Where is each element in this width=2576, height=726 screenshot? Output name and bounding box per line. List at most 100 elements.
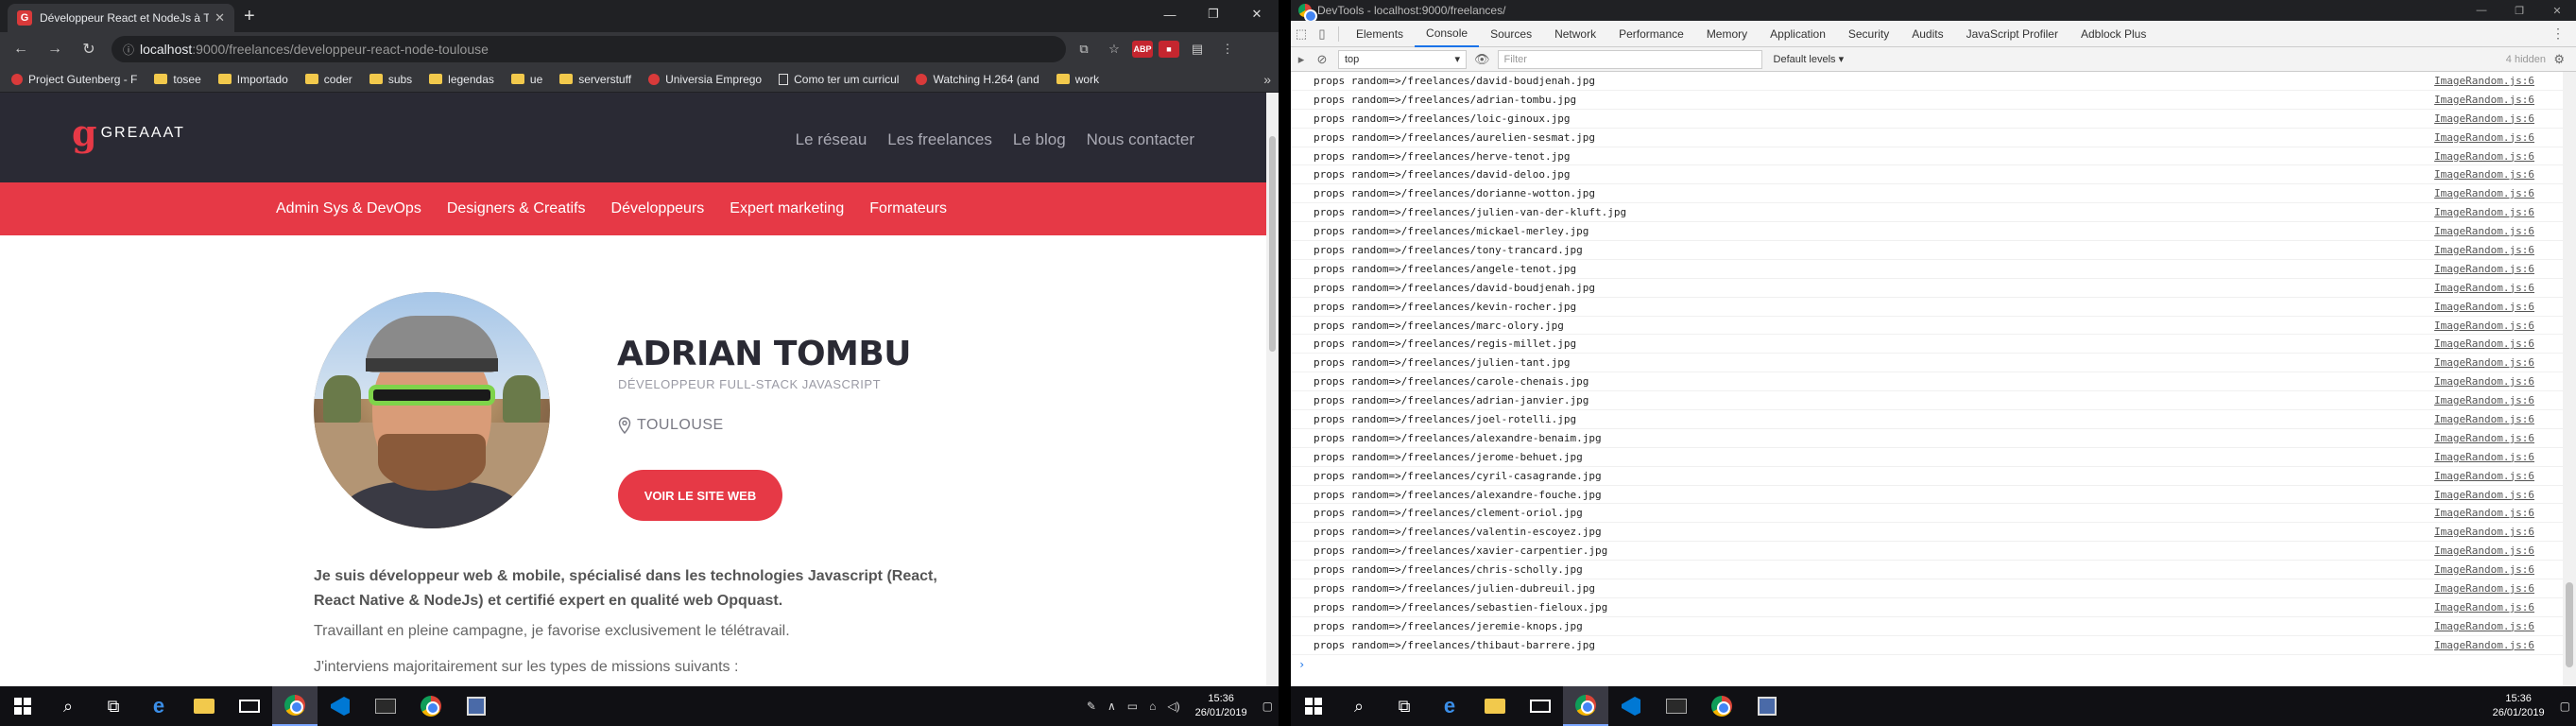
close-window-button[interactable]: ✕ <box>1235 0 1279 28</box>
log-source-link[interactable]: ImageRandom.js:6 <box>2434 620 2534 632</box>
bookmark-item[interactable]: Watching H.264 (and <box>916 73 1039 86</box>
volume-icon[interactable]: ◁) <box>1167 700 1179 713</box>
network-icon[interactable]: ⌂ <box>1149 700 1156 713</box>
log-source-link[interactable]: ImageRandom.js:6 <box>2434 601 2534 614</box>
chevron-up-icon[interactable]: ∧ <box>1108 700 1116 713</box>
log-source-link[interactable]: ImageRandom.js:6 <box>2434 544 2534 557</box>
cast-icon[interactable]: ▤ <box>1185 37 1210 61</box>
search-icon[interactable]: ⌕ <box>1336 686 1382 726</box>
devtools-tab-adblock-plus[interactable]: Adblock Plus <box>2069 21 2157 47</box>
task-view-icon[interactable]: ⧉ <box>1382 686 1427 726</box>
site-info-icon[interactable]: ⓘ <box>123 42 140 58</box>
log-source-link[interactable]: ImageRandom.js:6 <box>2434 526 2534 538</box>
cat-designers[interactable]: Designers & Creatifs <box>447 200 586 217</box>
log-source-link[interactable]: ImageRandom.js:6 <box>2434 131 2534 144</box>
log-source-link[interactable]: ImageRandom.js:6 <box>2434 375 2534 388</box>
console-prompt[interactable]: › <box>1291 655 2563 674</box>
chrome-icon[interactable] <box>272 686 318 726</box>
log-source-link[interactable]: ImageRandom.js:6 <box>2434 489 2534 501</box>
log-source-link[interactable]: ImageRandom.js:6 <box>2434 206 2534 218</box>
devtools-tab-performance[interactable]: Performance <box>1607 21 1695 47</box>
reload-icon[interactable]: ↻ <box>76 36 102 62</box>
chrome-alt-icon[interactable] <box>1699 686 1744 726</box>
devtools-close-icon[interactable]: ⋮ <box>2551 26 2565 42</box>
bookmark-item[interactable]: Como ter um curricul <box>779 73 899 86</box>
bookmark-star-icon[interactable]: ☆ <box>1102 37 1126 61</box>
nav-contact[interactable]: Nous contacter <box>1087 130 1194 149</box>
start-icon[interactable] <box>0 686 45 726</box>
terminal-icon[interactable] <box>1654 686 1699 726</box>
devtools-tab-application[interactable]: Application <box>1759 21 1837 47</box>
context-select[interactable]: top ▾ <box>1338 49 1467 69</box>
nav-freelances[interactable]: Les freelances <box>887 130 992 149</box>
start-icon[interactable] <box>1291 686 1336 726</box>
bookmark-item[interactable]: Project Gutenberg - F <box>11 73 137 86</box>
log-source-link[interactable]: ImageRandom.js:6 <box>2434 225 2534 237</box>
bookmark-item[interactable]: work <box>1056 73 1099 86</box>
bookmark-item[interactable]: tosee <box>154 73 201 86</box>
log-source-link[interactable]: ImageRandom.js:6 <box>2434 639 2534 651</box>
search-icon[interactable]: ⌕ <box>45 686 91 726</box>
log-source-link[interactable]: ImageRandom.js:6 <box>2434 75 2534 87</box>
vscode-icon[interactable] <box>1608 686 1654 726</box>
chrome-alt-icon[interactable] <box>408 686 454 726</box>
new-tab-icon[interactable]: + <box>244 6 255 27</box>
device-toolbar-icon[interactable]: ▯ <box>1312 21 1332 47</box>
bookmark-item[interactable]: Universia Emprego <box>648 73 762 86</box>
log-source-link[interactable]: ImageRandom.js:6 <box>2434 244 2534 256</box>
log-source-link[interactable]: ImageRandom.js:6 <box>2434 563 2534 576</box>
log-source-link[interactable]: ImageRandom.js:6 <box>2434 282 2534 294</box>
notifications-icon[interactable]: ▢ <box>2560 700 2570 713</box>
bookmark-item[interactable]: serverstuff <box>559 73 631 86</box>
log-source-link[interactable]: ImageRandom.js:6 <box>2434 150 2534 163</box>
devtools-tab-javascript-profiler[interactable]: JavaScript Profiler <box>1955 21 2069 47</box>
vscode-icon[interactable] <box>318 686 363 726</box>
devtools-tab-security[interactable]: Security <box>1837 21 1900 47</box>
bookmark-item[interactable]: legendas <box>429 73 494 86</box>
bookmark-item[interactable]: Importado <box>217 73 288 86</box>
bookmark-item[interactable]: coder <box>304 73 352 86</box>
cat-formateurs[interactable]: Formateurs <box>869 200 947 217</box>
live-expression-icon[interactable]: 👁 <box>1474 52 1490 67</box>
log-source-link[interactable]: ImageRandom.js:6 <box>2434 112 2534 125</box>
log-source-link[interactable]: ImageRandom.js:6 <box>2434 320 2534 332</box>
app-icon[interactable] <box>1744 686 1790 726</box>
file-explorer-icon[interactable] <box>1472 686 1518 726</box>
app-icon[interactable] <box>454 686 499 726</box>
page-scrollbar[interactable] <box>1266 93 1279 686</box>
adblock-plus-icon[interactable]: ABP <box>1132 41 1153 58</box>
nav-reseau[interactable]: Le réseau <box>796 130 867 149</box>
gear-icon[interactable]: ⚙ <box>2553 52 2565 67</box>
visit-website-button[interactable]: VOIR LE SITE WEB <box>618 470 782 521</box>
translate-icon[interactable]: ⧉ <box>1072 37 1096 61</box>
log-levels-select[interactable]: Default levels ▾ <box>1774 53 1845 65</box>
terminal-icon[interactable] <box>363 686 408 726</box>
devtools-tab-console[interactable]: Console <box>1415 21 1480 47</box>
cat-developpeurs[interactable]: Développeurs <box>611 200 705 217</box>
nav-blog[interactable]: Le blog <box>1013 130 1066 149</box>
log-source-link[interactable]: ImageRandom.js:6 <box>2434 432 2534 444</box>
sidebar-toggle-icon[interactable]: ▸ <box>1291 46 1312 73</box>
minimize-button[interactable]: — <box>2463 0 2500 21</box>
log-source-link[interactable]: ImageRandom.js:6 <box>2434 263 2534 275</box>
back-icon[interactable]: ← <box>8 36 34 62</box>
task-view-icon[interactable]: ⧉ <box>91 686 136 726</box>
log-source-link[interactable]: ImageRandom.js:6 <box>2434 413 2534 425</box>
pen-icon[interactable]: ✎ <box>1087 700 1096 713</box>
battery-icon[interactable]: ▭ <box>1127 700 1138 713</box>
log-source-link[interactable]: ImageRandom.js:6 <box>2434 470 2534 482</box>
log-source-link[interactable]: ImageRandom.js:6 <box>2434 451 2534 463</box>
notifications-icon[interactable]: ▢ <box>1262 700 1273 713</box>
cat-marketing[interactable]: Expert marketing <box>730 200 844 217</box>
minimize-button[interactable]: — <box>1148 0 1192 28</box>
log-source-link[interactable]: ImageRandom.js:6 <box>2434 337 2534 350</box>
close-window-button[interactable]: ✕ <box>2538 0 2576 21</box>
log-source-link[interactable]: ImageRandom.js:6 <box>2434 187 2534 199</box>
cat-admin-sys[interactable]: Admin Sys & DevOps <box>276 200 421 217</box>
inspect-icon[interactable]: ⬚ <box>1291 21 1312 47</box>
log-source-link[interactable]: ImageRandom.js:6 <box>2434 394 2534 406</box>
log-source-link[interactable]: ImageRandom.js:6 <box>2434 356 2534 369</box>
devtools-tab-memory[interactable]: Memory <box>1695 21 1759 47</box>
devtools-tab-sources[interactable]: Sources <box>1479 21 1543 47</box>
mail-icon[interactable] <box>1518 686 1563 726</box>
